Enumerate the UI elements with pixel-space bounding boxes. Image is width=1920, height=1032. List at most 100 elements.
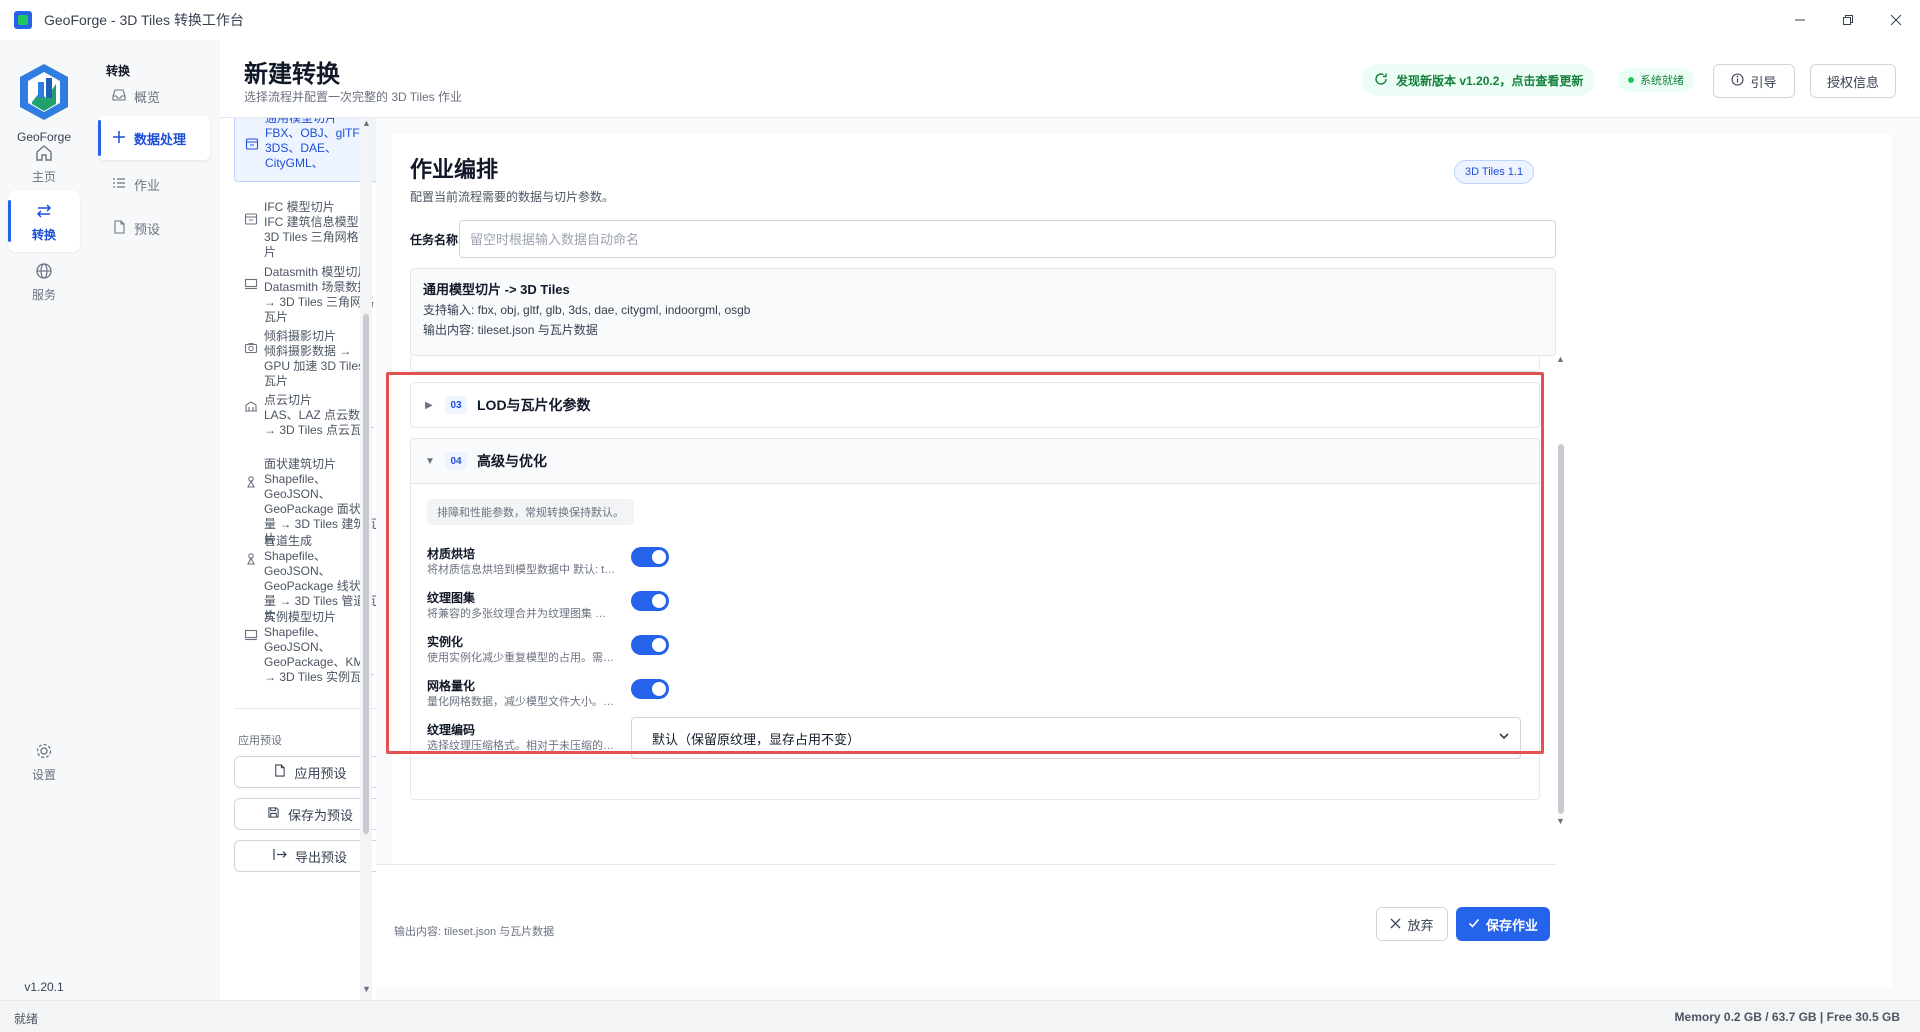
- info-inputs: 支持输入: fbx, obj, gltf, glb, 3ds, dae, cit…: [423, 303, 751, 317]
- save-job-button[interactable]: 保存作业: [1456, 907, 1550, 941]
- refresh-icon: [1374, 72, 1388, 89]
- apply-preset-label: 应用预设: [294, 765, 347, 781]
- rail-item-settings[interactable]: 设置: [8, 730, 80, 792]
- editor-title: 作业编排: [410, 157, 499, 182]
- rail-item-convert[interactable]: 转换: [8, 190, 80, 252]
- editor-action-bar: 输出内容: tileset.json 与瓦片数据 放弃 保存作业: [376, 864, 1556, 988]
- scroll-up-icon: ▲: [1556, 354, 1565, 364]
- close-icon: [1890, 14, 1902, 26]
- scroll-down-icon: ▼: [362, 984, 371, 994]
- system-status-text: 系统就绪: [1640, 75, 1684, 87]
- page-title: 新建转换: [244, 61, 340, 88]
- guide-label: 引导: [1750, 74, 1777, 90]
- section-title: 高级与优化: [477, 453, 547, 469]
- caret-down-icon: ▼: [425, 455, 435, 467]
- building-icon: [244, 399, 258, 413]
- option-label: 纹理图集: [427, 591, 476, 605]
- option-desc: 选择纹理压缩格式。相对于未压缩的 RGBA...: [427, 740, 617, 752]
- minimize-icon: [1795, 19, 1805, 21]
- subnav-item-label: 概览: [134, 89, 161, 105]
- collapsed-section-edge: [410, 356, 1540, 372]
- globe-icon: [32, 260, 56, 282]
- pin-icon: [244, 475, 258, 489]
- option-desc: 量化网格数据，减少模型文件大小。需要渲...: [427, 696, 617, 708]
- page-header: 新建转换 选择流程并配置一次完整的 3D Tiles 作业 发现新版本 v1.2…: [220, 40, 1920, 118]
- workflow-list-scrollbar[interactable]: ▲ ▼: [360, 118, 372, 1000]
- monitor-icon: [244, 277, 258, 291]
- caret-right-icon: ▶: [425, 399, 433, 411]
- status-dot-icon: [1628, 77, 1634, 83]
- subnav-item-data-processing[interactable]: 数据处理: [98, 116, 210, 160]
- job-editor-card: 作业编排 配置当前流程需要的数据与切片参数。 3D Tiles 1.1 任务名称…: [376, 134, 1892, 988]
- restore-button[interactable]: [1824, 0, 1872, 40]
- subnav-item-presets[interactable]: 预设: [98, 206, 210, 250]
- save-job-label: 保存作业: [1485, 917, 1538, 933]
- close-button[interactable]: [1872, 0, 1920, 40]
- select-value: 默认（保留原纹理，显存占用不变）: [652, 731, 861, 747]
- pin-icon: [244, 552, 258, 566]
- subnav-item-label: 预设: [134, 221, 161, 237]
- geoforge-logo: [20, 64, 68, 120]
- mesh-quantization-toggle[interactable]: [631, 679, 669, 699]
- option-label: 材质烘培: [427, 547, 476, 561]
- scroll-up-icon: ▲: [362, 118, 371, 128]
- preset-section-label: 应用预设: [238, 735, 282, 747]
- minimize-button[interactable]: [1776, 0, 1824, 40]
- texture-encoding-select[interactable]: 默认（保留原纹理，显存占用不变）: [631, 717, 1521, 759]
- secondary-nav: 转换 概览 数据处理 作业 预设: [88, 40, 220, 1000]
- option-desc: 使用实例化减少重复模型的占用。需要渲染...: [427, 652, 617, 664]
- editor-scrollbar[interactable]: ▲ ▼: [1554, 354, 1568, 826]
- gear-icon: [32, 740, 56, 762]
- scrollbar-thumb[interactable]: [1558, 444, 1564, 814]
- export-preset-label: 导出预设: [294, 849, 347, 865]
- rail-item-label: 服务: [31, 287, 56, 302]
- scrollbar-thumb[interactable]: [363, 314, 369, 834]
- discard-label: 放弃: [1407, 917, 1434, 933]
- scroll-down-icon: ▼: [1556, 816, 1565, 826]
- rail-item-home[interactable]: 主页: [8, 132, 80, 194]
- info-icon: [1731, 73, 1745, 89]
- discard-button[interactable]: 放弃: [1376, 907, 1448, 941]
- file-icon: [112, 219, 126, 237]
- section-number: 03: [445, 396, 467, 414]
- file-icon: [273, 764, 286, 780]
- subnav-item-label: 作业: [134, 177, 161, 193]
- license-button[interactable]: 授权信息: [1810, 64, 1896, 98]
- primary-nav-rail: GeoForge 主页 转换 服务 设置 v1.20.1: [0, 40, 88, 1000]
- chevron-down-icon: [1498, 730, 1510, 745]
- database-icon: [244, 212, 258, 226]
- task-name-input[interactable]: [459, 220, 1556, 258]
- database-icon: [245, 137, 259, 151]
- check-icon: [1468, 917, 1480, 932]
- export-icon: [273, 848, 287, 864]
- editor-panel: 作业编排 配置当前流程需要的数据与切片参数。 3D Tiles 1.1 任务名称…: [376, 118, 1920, 1000]
- window-controls: [1776, 0, 1920, 40]
- save-icon: [267, 806, 280, 822]
- section-lod-tiling[interactable]: ▶ 03 LOD与瓦片化参数: [410, 382, 1540, 428]
- option-desc: 将兼容的多张纹理合并为纹理图集 默认: true: [427, 608, 617, 620]
- instancing-toggle[interactable]: [631, 635, 669, 655]
- rail-item-service[interactable]: 服务: [8, 250, 80, 312]
- inbox-icon: [112, 88, 126, 105]
- list-icon: [112, 176, 126, 193]
- subnav-item-overview[interactable]: 概览: [98, 74, 210, 118]
- section-number: 04: [445, 452, 467, 470]
- app-icon: [14, 11, 32, 29]
- guide-button[interactable]: 引导: [1713, 64, 1795, 98]
- section-advanced-header[interactable]: ▼ 04 高级与优化: [410, 438, 1540, 484]
- subnav-item-jobs[interactable]: 作业: [98, 162, 210, 206]
- main-area: 新建转换 选择流程并配置一次完整的 3D Tiles 作业 发现新版本 v1.2…: [220, 40, 1920, 1000]
- subnav-item-label: 数据处理: [134, 131, 187, 147]
- close-icon: [1390, 917, 1401, 932]
- system-status-badge: 系统就绪: [1618, 68, 1694, 92]
- option-label: 纹理编码: [427, 723, 476, 737]
- update-notice-button[interactable]: 发现新版本 v1.20.2，点击查看更新: [1362, 64, 1596, 96]
- material-bake-toggle[interactable]: [631, 547, 669, 567]
- option-desc: 将材质信息烘培到模型数据中 默认: true: [427, 564, 617, 576]
- option-label: 网格量化: [427, 679, 476, 693]
- info-title: 通用模型切片 -> 3D Tiles: [423, 282, 570, 297]
- texture-atlas-toggle[interactable]: [631, 591, 669, 611]
- window-title: GeoForge - 3D Tiles 转换工作台: [44, 12, 244, 28]
- rail-item-label: 转换: [31, 227, 56, 242]
- advanced-note: 排障和性能参数，常规转换保持默认。: [427, 499, 634, 525]
